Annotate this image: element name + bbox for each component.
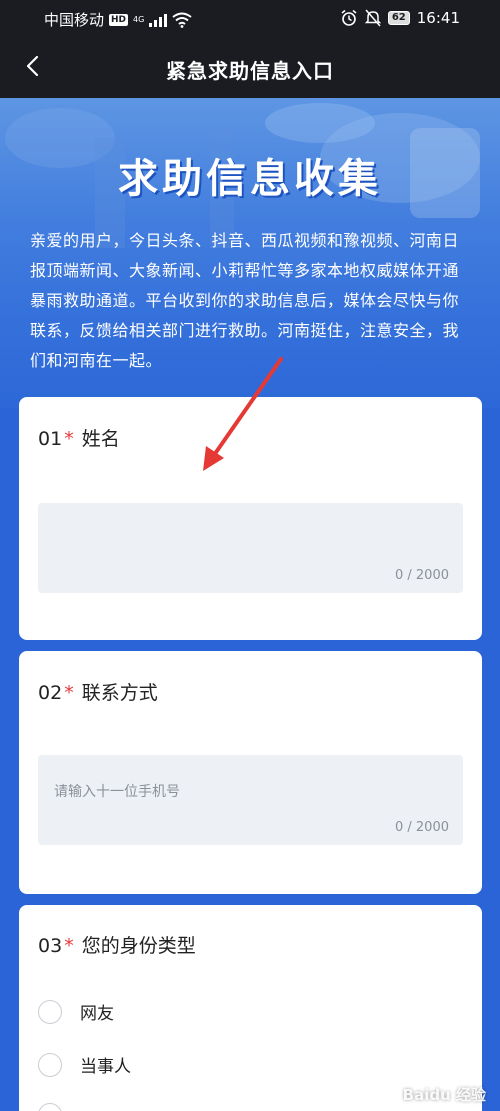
wifi-icon [172,12,192,28]
network-type: 4G [133,14,145,24]
hero-banner: 求助信息收集 亲爱的用户，今日头条、抖音、西瓜视频和豫视频、河南日报顶端新闻、大… [0,98,500,408]
question-label: 您的身份类型 [81,935,196,957]
radio-button[interactable] [38,1052,62,1077]
baidu-watermark-logo: Baidu 经验 [402,1086,486,1104]
required-marker: * [64,935,74,957]
hd-badge: HD [109,13,129,26]
hero-intro-text: 亲爱的用户，今日头条、抖音、西瓜视频和豫视频、河南日报顶端新闻、大象新闻、小莉帮… [30,231,460,370]
carrier-label: 中国移动 [44,11,105,29]
required-marker: * [64,682,74,704]
question-number: 01 [38,428,63,450]
char-counter: 0 / 2000 [395,820,449,835]
question-label: 姓名 [81,428,120,450]
hero-heading: 求助信息收集 [118,156,382,202]
battery-indicator: 62 [387,11,410,25]
question-card-name: 01 * 姓名 0 / 2000 [19,397,482,640]
option-partial[interactable] [38,1103,62,1111]
option-party-involved[interactable]: 当事人 [38,1052,131,1077]
question-number: 03 [38,935,63,957]
option-label: 当事人 [80,1057,131,1077]
phone-input[interactable]: 请输入十一位手机号 0 / 2000 [38,755,463,845]
radio-button[interactable] [38,999,62,1024]
page-title: 紧急求助信息入口 [166,59,334,83]
status-bar: 中国移动 HD 4G 62 16:41 [0,0,500,38]
option-label: 网友 [80,1004,114,1024]
question-number: 02 [38,682,63,704]
question-title: 03 * 您的身份类型 [38,931,196,958]
question-card-identity: 03 * 您的身份类型 网友 当事人 [19,905,482,1111]
mute-icon [364,9,381,27]
question-title: 01 * 姓名 [38,424,120,451]
char-counter: 0 / 2000 [395,568,449,583]
question-label: 联系方式 [81,682,158,704]
name-input[interactable]: 0 / 2000 [38,503,463,593]
nav-bar: 紧急求助信息入口 [0,38,500,98]
question-title: 02 * 联系方式 [38,678,158,705]
input-placeholder: 请输入十一位手机号 [54,784,180,800]
radio-button[interactable] [38,1103,62,1111]
alarm-icon [341,9,357,26]
question-card-contact: 02 * 联系方式 请输入十一位手机号 0 / 2000 [19,651,482,894]
clock: 16:41 [416,9,460,27]
required-marker: * [64,428,74,450]
signal-icon [149,13,168,27]
option-netizen[interactable]: 网友 [38,999,114,1024]
